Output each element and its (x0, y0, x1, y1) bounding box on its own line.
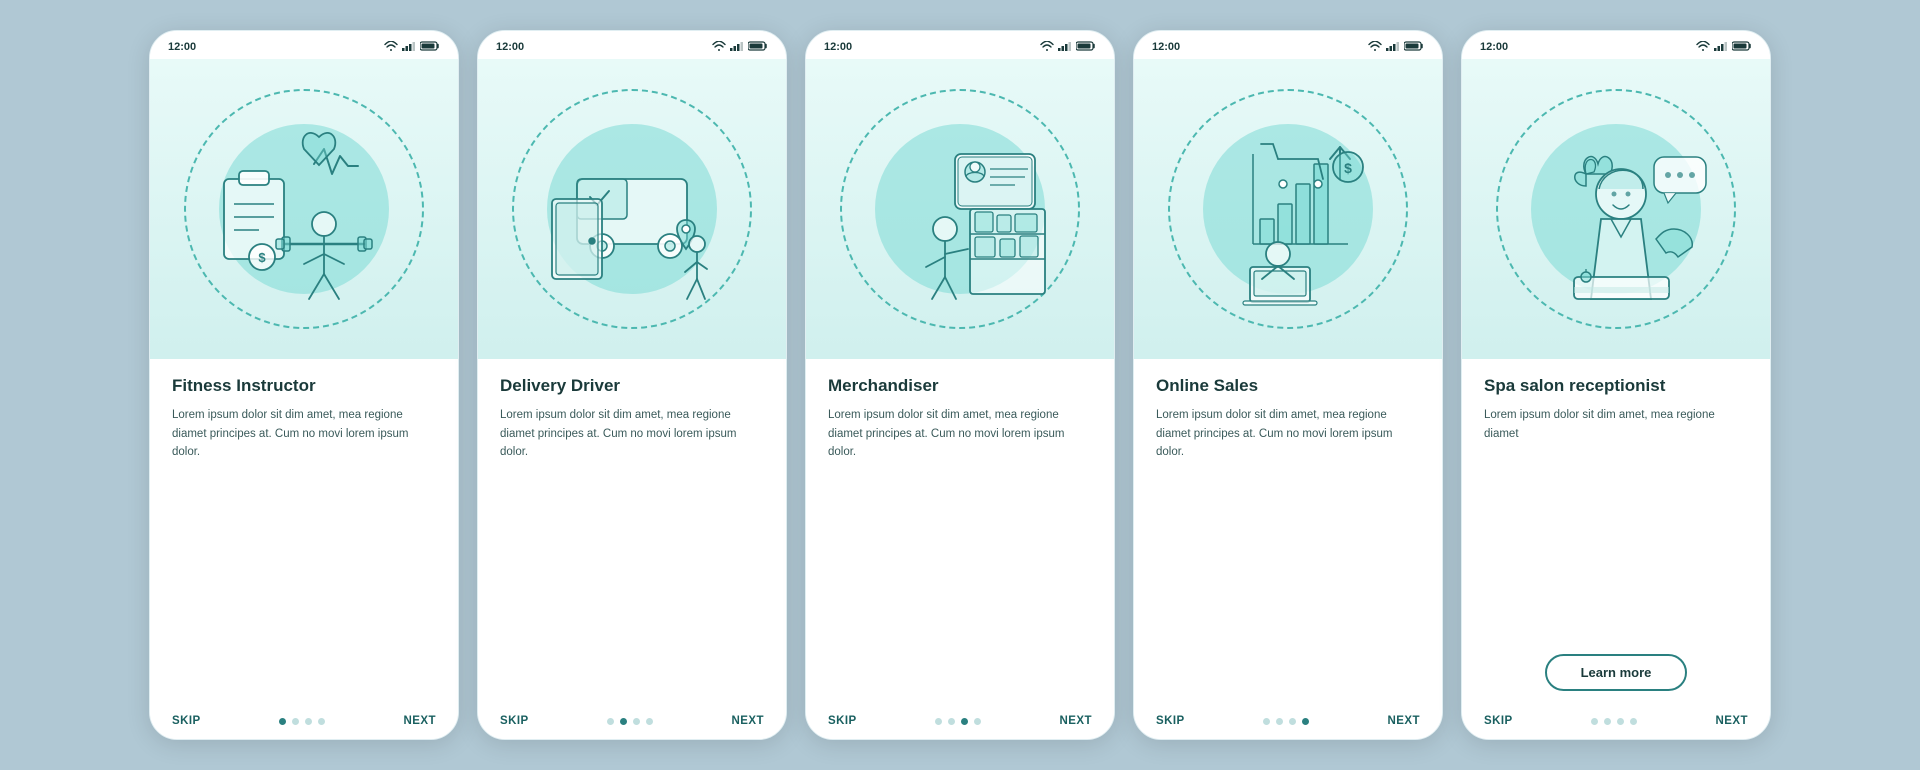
skip-button-online-sales[interactable]: SKIP (1156, 715, 1185, 727)
dot-1 (279, 718, 286, 725)
bottom-nav-fitness: SKIP NEXT (150, 707, 458, 739)
dot-3-m (961, 718, 968, 725)
screen-body-fitness: Lorem ipsum dolor sit dim amet, mea regi… (172, 406, 436, 697)
dot-4-os (1302, 718, 1309, 725)
dot-2-m (948, 718, 955, 725)
dot-1-os (1263, 718, 1270, 725)
screens-container: 12:00 (149, 30, 1771, 740)
illustration-spa (1462, 59, 1770, 359)
bottom-nav-merchandiser: SKIP NEXT (806, 707, 1114, 739)
dots-spa (1591, 718, 1637, 725)
status-icons-3 (1040, 41, 1096, 54)
status-time-4: 12:00 (1152, 41, 1180, 53)
wifi-icon-2 (712, 41, 726, 54)
status-bar-2: 12:00 (478, 31, 786, 59)
next-button-fitness[interactable]: NEXT (403, 715, 436, 727)
dot-2-sp (1604, 718, 1611, 725)
status-time: 12:00 (168, 41, 196, 53)
illustration-fitness: $ (150, 59, 458, 359)
status-icons (384, 41, 440, 54)
skip-button-delivery[interactable]: SKIP (500, 715, 529, 727)
screen-body-spa: Lorem ipsum dolor sit dim amet, mea regi… (1484, 406, 1748, 642)
dots-delivery (607, 718, 653, 725)
phone-screen-merchandiser: 12:00 (805, 30, 1115, 740)
battery-icon-3 (1076, 41, 1096, 54)
dot-2-os (1276, 718, 1283, 725)
bottom-nav-spa: SKIP NEXT (1462, 707, 1770, 739)
phone-screen-fitness: 12:00 (149, 30, 459, 740)
phone-screen-spa: 12:00 (1461, 30, 1771, 740)
signal-icon-4 (1386, 41, 1400, 54)
next-button-spa[interactable]: NEXT (1715, 715, 1748, 727)
screen-body-delivery: Lorem ipsum dolor sit dim amet, mea regi… (500, 406, 764, 697)
skip-button-spa[interactable]: SKIP (1484, 715, 1513, 727)
dot-3 (305, 718, 312, 725)
next-button-merchandiser[interactable]: NEXT (1059, 715, 1092, 727)
status-icons-2 (712, 41, 768, 54)
status-icons-4 (1368, 41, 1424, 54)
battery-icon-2 (748, 41, 768, 54)
skip-button-fitness[interactable]: SKIP (172, 715, 201, 727)
content-online-sales: Online Sales Lorem ipsum dolor sit dim a… (1134, 359, 1442, 707)
bottom-nav-delivery: SKIP NEXT (478, 707, 786, 739)
dot-1-m (935, 718, 942, 725)
status-time-3: 12:00 (824, 41, 852, 53)
battery-icon-5 (1732, 41, 1752, 54)
content-delivery: Delivery Driver Lorem ipsum dolor sit di… (478, 359, 786, 707)
content-spa: Spa salon receptionist Lorem ipsum dolor… (1462, 359, 1770, 707)
dots-fitness (279, 718, 325, 725)
phone-screen-online-sales: 12:00 (1133, 30, 1443, 740)
screen-title-online-sales: Online Sales (1156, 375, 1420, 396)
dot-2-d (620, 718, 627, 725)
dot-1-sp (1591, 718, 1598, 725)
status-bar-3: 12:00 (806, 31, 1114, 59)
status-time-5: 12:00 (1480, 41, 1508, 53)
screen-title-merchandiser: Merchandiser (828, 375, 1092, 396)
dots-online-sales (1263, 718, 1309, 725)
screen-title-delivery: Delivery Driver (500, 375, 764, 396)
dot-2 (292, 718, 299, 725)
wifi-icon-4 (1368, 41, 1382, 54)
status-icons-5 (1696, 41, 1752, 54)
content-merchandiser: Merchandiser Lorem ipsum dolor sit dim a… (806, 359, 1114, 707)
signal-icon (402, 41, 416, 54)
bottom-nav-online-sales: SKIP NEXT (1134, 707, 1442, 739)
illustration-merchandiser (806, 59, 1114, 359)
illustration-delivery (478, 59, 786, 359)
svg-text:$: $ (258, 250, 266, 265)
illustration-online-sales: $ (1134, 59, 1442, 359)
dot-4-d (646, 718, 653, 725)
next-button-delivery[interactable]: NEXT (731, 715, 764, 727)
status-bar-5: 12:00 (1462, 31, 1770, 59)
status-time-2: 12:00 (496, 41, 524, 53)
dots-merchandiser (935, 718, 981, 725)
wifi-icon-5 (1696, 41, 1710, 54)
screen-title-fitness: Fitness Instructor (172, 375, 436, 396)
screen-body-merchandiser: Lorem ipsum dolor sit dim amet, mea regi… (828, 406, 1092, 697)
dot-4-m (974, 718, 981, 725)
screen-title-spa: Spa salon receptionist (1484, 375, 1748, 396)
learn-more-button[interactable]: Learn more (1545, 654, 1688, 691)
status-bar: 12:00 (150, 31, 458, 59)
next-button-online-sales[interactable]: NEXT (1387, 715, 1420, 727)
svg-text:$: $ (1344, 160, 1352, 176)
dot-4 (318, 718, 325, 725)
status-bar-4: 12:00 (1134, 31, 1442, 59)
dot-3-sp (1617, 718, 1624, 725)
signal-icon-2 (730, 41, 744, 54)
dot-4-sp (1630, 718, 1637, 725)
dot-3-d (633, 718, 640, 725)
content-fitness: Fitness Instructor Lorem ipsum dolor sit… (150, 359, 458, 707)
dot-1-d (607, 718, 614, 725)
screen-body-online-sales: Lorem ipsum dolor sit dim amet, mea regi… (1156, 406, 1420, 697)
dot-3-os (1289, 718, 1296, 725)
wifi-icon (384, 41, 398, 54)
phone-screen-delivery: 12:00 (477, 30, 787, 740)
wifi-icon-3 (1040, 41, 1054, 54)
battery-icon (420, 41, 440, 54)
battery-icon-4 (1404, 41, 1424, 54)
skip-button-merchandiser[interactable]: SKIP (828, 715, 857, 727)
signal-icon-5 (1714, 41, 1728, 54)
signal-icon-3 (1058, 41, 1072, 54)
